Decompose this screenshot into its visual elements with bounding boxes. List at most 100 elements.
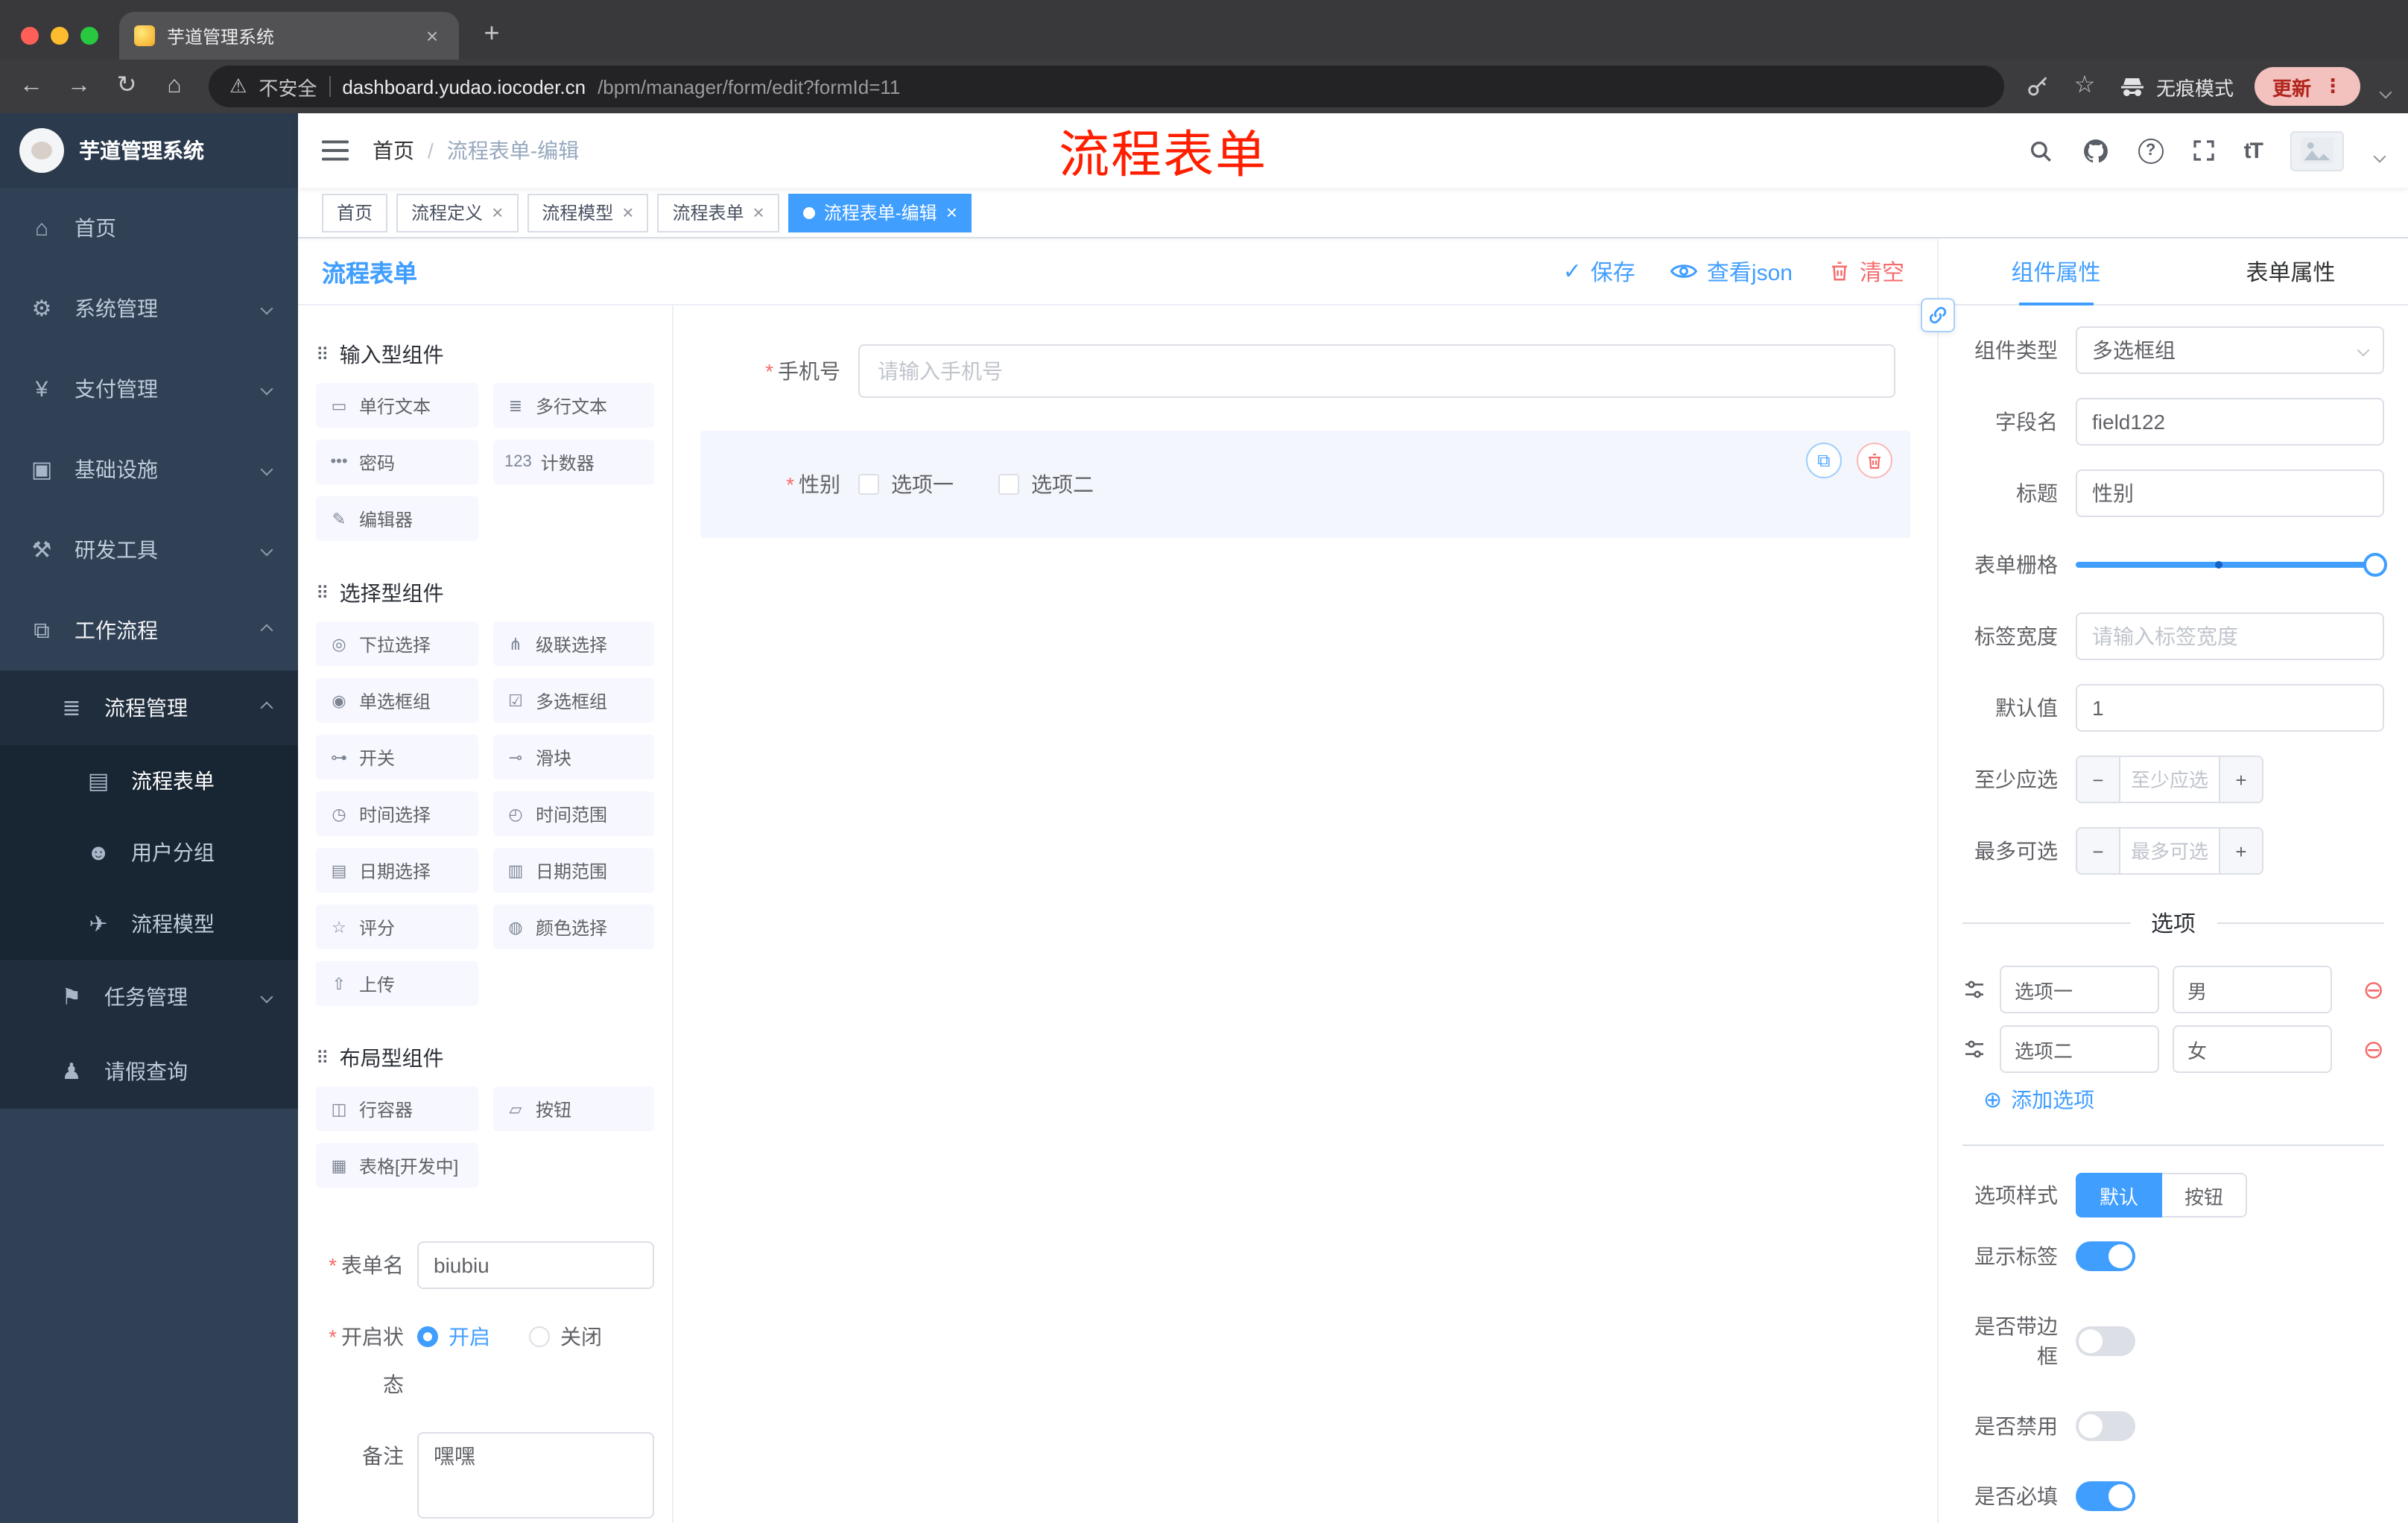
radio-closed[interactable]: 关闭 bbox=[529, 1322, 602, 1352]
tag-close-icon[interactable]: × bbox=[753, 203, 764, 222]
phone-input[interactable] bbox=[858, 344, 1895, 398]
browser-menu-dots-icon[interactable]: ⋮ bbox=[2323, 75, 2342, 98]
search-icon[interactable] bbox=[2028, 138, 2053, 163]
reload-icon[interactable]: ↻ bbox=[113, 74, 140, 98]
grid-slider[interactable] bbox=[2076, 541, 2387, 589]
tag-process-definition[interactable]: 流程定义 × bbox=[396, 193, 519, 232]
window-close-button[interactable] bbox=[21, 27, 39, 45]
title-input[interactable] bbox=[2076, 469, 2384, 517]
max-select-input[interactable] bbox=[2120, 829, 2219, 873]
palette-item-radio-group[interactable]: ◉ 单选框组 bbox=[316, 678, 478, 723]
default-value-input[interactable] bbox=[2076, 684, 2384, 732]
avatar[interactable] bbox=[2290, 130, 2344, 171]
fullscreen-icon[interactable] bbox=[2192, 139, 2216, 162]
copy-component-button[interactable]: ⧉ bbox=[1806, 443, 1842, 478]
remove-option-icon[interactable]: ⊖ bbox=[2363, 1036, 2385, 1062]
option-label-input[interactable] bbox=[2000, 966, 2159, 1013]
password-key-icon[interactable] bbox=[2025, 74, 2050, 99]
component-type-select[interactable]: 多选框组 bbox=[2076, 326, 2384, 374]
palette-item-editor[interactable]: ✎ 编辑器 bbox=[316, 496, 478, 541]
sidebar-item-process-management[interactable]: ≣ 流程管理 bbox=[0, 671, 298, 745]
new-tab-button[interactable]: + bbox=[474, 18, 510, 49]
bookmark-star-icon[interactable]: ☆ bbox=[2071, 74, 2098, 98]
browser-update-button[interactable]: 更新 ⋮ bbox=[2254, 67, 2360, 106]
tag-process-model[interactable]: 流程模型 × bbox=[527, 193, 649, 232]
clear-button[interactable]: 清空 bbox=[1828, 256, 1904, 287]
checkbox-option-two[interactable]: 选项二 bbox=[998, 469, 1094, 499]
checkbox-box[interactable] bbox=[858, 474, 879, 495]
palette-item-table[interactable]: ▦ 表格[开发中] bbox=[316, 1143, 478, 1188]
canvas-field-gender-selected[interactable]: 性别 选项一 选项二 ⧉ bbox=[700, 431, 1910, 538]
sidebar-item-leave-query[interactable]: ♟ 请假查询 bbox=[0, 1034, 298, 1109]
required-switch[interactable] bbox=[2076, 1481, 2135, 1511]
sidebar-toggle-icon[interactable] bbox=[322, 139, 349, 162]
palette-item-color-picker[interactable]: ◍ 颜色选择 bbox=[492, 905, 654, 949]
palette-item-single-text[interactable]: ▭ 单行文本 bbox=[316, 383, 478, 428]
sidebar-item-home[interactable]: ⌂ 首页 bbox=[0, 188, 298, 268]
field-name-input[interactable] bbox=[2076, 398, 2384, 446]
palette-item-rate[interactable]: ☆ 评分 bbox=[316, 905, 478, 949]
drag-handle-icon[interactable] bbox=[1962, 1037, 1986, 1061]
palette-item-select[interactable]: ◎ 下拉选择 bbox=[316, 621, 478, 666]
form-name-input[interactable] bbox=[417, 1241, 654, 1289]
palette-item-checkbox-group[interactable]: ☑ 多选框组 bbox=[492, 678, 654, 723]
tag-close-icon[interactable]: × bbox=[622, 203, 633, 222]
option-value-input[interactable] bbox=[2173, 1025, 2332, 1073]
form-canvas[interactable]: 手机号 性别 选项一 选项二 ⧉ bbox=[674, 305, 1937, 1523]
tag-process-form-edit[interactable]: 流程表单-编辑 × bbox=[788, 193, 972, 232]
sidebar-item-workflow[interactable]: ⧉ 工作流程 bbox=[0, 590, 298, 671]
canvas-field-phone[interactable]: 手机号 bbox=[700, 326, 1910, 416]
disabled-switch[interactable] bbox=[2076, 1411, 2135, 1441]
palette-item-time-picker[interactable]: ◷ 时间选择 bbox=[316, 791, 478, 836]
sidebar-item-payment[interactable]: ¥ 支付管理 bbox=[0, 349, 298, 429]
palette-item-switch[interactable]: ⊶ 开关 bbox=[316, 735, 478, 779]
palette-item-slider[interactable]: ⊸ 滑块 bbox=[492, 735, 654, 779]
sidebar-item-process-model[interactable]: ✈ 流程模型 bbox=[0, 888, 298, 960]
avatar-chevron-down-icon[interactable] bbox=[2373, 150, 2386, 163]
back-icon[interactable]: ← bbox=[18, 74, 45, 98]
tab-component-props[interactable]: 组件属性 bbox=[1939, 238, 2173, 305]
sidebar-item-system[interactable]: ⚙ 系统管理 bbox=[0, 268, 298, 349]
slider-track[interactable] bbox=[2076, 561, 2375, 569]
label-width-input[interactable] bbox=[2076, 612, 2384, 660]
drag-handle-icon[interactable] bbox=[1962, 978, 1986, 1001]
palette-item-password[interactable]: ••• 密码 bbox=[316, 440, 478, 484]
style-default-button[interactable]: 默认 bbox=[2076, 1173, 2163, 1218]
tab-close-icon[interactable]: × bbox=[420, 24, 444, 48]
view-json-button[interactable]: 查看json bbox=[1670, 256, 1793, 287]
slider-handle[interactable] bbox=[2363, 553, 2387, 577]
option-label-input[interactable] bbox=[2000, 1025, 2159, 1073]
window-zoom-button[interactable] bbox=[80, 27, 98, 45]
tag-home[interactable]: 首页 bbox=[322, 193, 388, 232]
min-select-input[interactable] bbox=[2120, 757, 2219, 802]
home-icon[interactable]: ⌂ bbox=[161, 74, 188, 98]
breadcrumb-home[interactable]: 首页 bbox=[373, 136, 414, 165]
form-remark-textarea[interactable]: 嘿嘿 bbox=[417, 1432, 654, 1519]
window-minimize-button[interactable] bbox=[51, 27, 69, 45]
palette-item-upload[interactable]: ⇧ 上传 bbox=[316, 961, 478, 1006]
chevron-down-icon[interactable] bbox=[2379, 86, 2392, 99]
tag-close-icon[interactable]: × bbox=[492, 203, 503, 222]
forward-icon[interactable]: → bbox=[66, 74, 92, 98]
sidebar-item-infrastructure[interactable]: ▣ 基础设施 bbox=[0, 429, 298, 510]
stepper-minus-button[interactable]: − bbox=[2077, 757, 2120, 802]
sidebar-item-process-form[interactable]: ▤ 流程表单 bbox=[0, 745, 298, 817]
style-button-button[interactable]: 按钮 bbox=[2162, 1173, 2248, 1218]
radio-open[interactable]: 开启 bbox=[417, 1322, 490, 1352]
tag-process-form[interactable]: 流程表单 × bbox=[657, 193, 779, 232]
palette-item-date-picker[interactable]: ▤ 日期选择 bbox=[316, 848, 478, 893]
palette-item-counter[interactable]: 123 计数器 bbox=[492, 440, 654, 484]
link-chain-icon[interactable] bbox=[1921, 298, 1955, 332]
option-value-input[interactable] bbox=[2173, 966, 2332, 1013]
font-size-icon[interactable]: tT bbox=[2244, 138, 2263, 163]
stepper-minus-button[interactable]: − bbox=[2077, 829, 2120, 873]
tab-form-props[interactable]: 表单属性 bbox=[2173, 238, 2408, 304]
sidebar-item-task-management[interactable]: ⚑ 任务管理 bbox=[0, 960, 298, 1034]
palette-item-button[interactable]: ▱ 按钮 bbox=[492, 1086, 654, 1131]
address-bar[interactable]: ⚠ 不安全 dashboard.yudao.iocoder.cn/bpm/man… bbox=[209, 66, 2004, 107]
delete-component-button[interactable] bbox=[1857, 443, 1892, 478]
border-switch[interactable] bbox=[2076, 1326, 2135, 1356]
stepper-plus-button[interactable]: + bbox=[2219, 829, 2262, 873]
palette-item-date-range[interactable]: ▥ 日期范围 bbox=[492, 848, 654, 893]
palette-item-time-range[interactable]: ◴ 时间范围 bbox=[492, 791, 654, 836]
